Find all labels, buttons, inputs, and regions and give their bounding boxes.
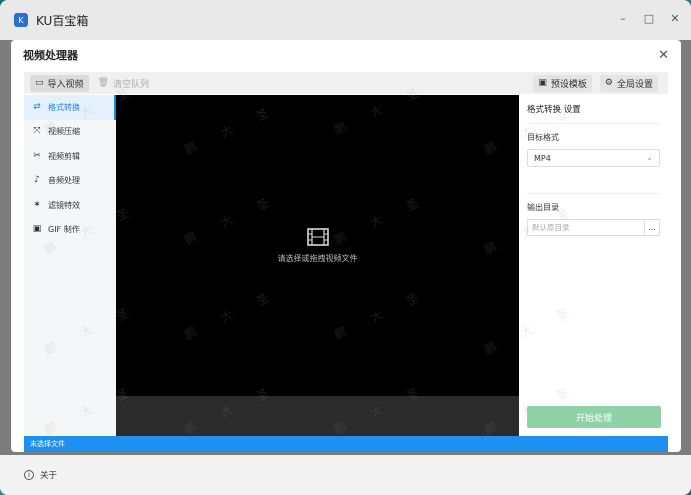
status-bar: 未选择文件 [24,436,668,452]
preset-template-label: 预设模板 [550,79,587,90]
film-icon [306,228,329,246]
compress-icon: ⤧ [33,126,41,137]
magic-wand-icon: ✶ [33,199,41,210]
settings-panel: 格式转换 设置 目标格式 MP4 ⌄ 输出目录 默认原目录 ... 开始处理 [519,95,668,436]
gear-icon: ⚙ [604,77,613,88]
divider [527,193,660,194]
video-processor-dialog: 视频处理器 ✕ ▭ 导入视频 🗑 清空队列 ▣ 预设模板 ⚙ 全局设置 ⇄ 格式… [11,40,681,452]
dialog-close-button[interactable]: ✕ [658,48,669,63]
sidebar-item-label: 滤镜特效 [48,200,80,210]
dialog-header: 视频处理器 ✕ [11,40,681,70]
status-text: 未选择文件 [30,440,65,448]
sidebar-item-video-compress[interactable]: ⤧ 视频压缩 [24,120,116,145]
target-format-value: MP4 [534,153,551,163]
chevron-down-icon: ⌄ [646,153,653,162]
app-titlebar: K KU百宝箱 – □ ✕ [0,0,691,40]
music-note-icon: ♪ [34,175,40,186]
trash-icon: 🗑 [97,77,109,88]
toolbar: ▭ 导入视频 🗑 清空队列 ▣ 预设模板 ⚙ 全局设置 [24,72,668,94]
browse-button[interactable]: ... [644,219,660,236]
output-dir-row: 默认原目录 ... [527,219,660,236]
maximize-button[interactable]: □ [643,12,655,25]
app-logo-icon: K [14,13,28,27]
close-window-button[interactable]: ✕ [669,12,681,25]
app-window: K KU百宝箱 – □ ✕ 视频处理器 ✕ ▭ 导入视频 🗑 清空队列 ▣ 预设… [0,0,691,495]
image-icon: ▣ [32,224,42,235]
sidebar-item-label: 视频压缩 [48,127,80,137]
window-controls: – □ ✕ [617,12,681,25]
sidebar-item-label: 音频处理 [48,176,80,186]
sidebar-item-label: GIF 制作 [48,225,80,235]
sidebar-item-format-convert[interactable]: ⇄ 格式转换 [24,95,116,120]
sidebar-item-label: 格式转换 [48,102,80,112]
clear-queue-button[interactable]: 🗑 清空队列 [93,75,154,92]
sidebar-item-filters[interactable]: ✶ 滤镜特效 [24,193,116,218]
app-title: KU百宝箱 [36,13,89,28]
output-dir-label: 输出目录 [527,203,559,212]
target-format-label: 目标格式 [527,133,559,142]
app-footer: i 关于 [0,455,691,495]
global-settings-button[interactable]: ⚙ 全局设置 [599,74,658,92]
preview-control-strip [116,396,519,436]
clear-queue-label: 清空队列 [112,79,149,90]
toolbar-right-group: ▣ 预设模板 ⚙ 全局设置 [533,74,662,92]
output-dir-input[interactable]: 默认原目录 [527,219,644,236]
start-processing-button[interactable]: 开始处理 [527,406,661,428]
settings-title: 格式转换 设置 [527,103,660,124]
video-preview-area[interactable]: 请选择或拖拽视频文件 [116,95,519,436]
global-settings-label: 全局设置 [616,79,653,90]
sidebar-item-video-edit[interactable]: ✂ 视频剪辑 [24,144,116,169]
save-icon: ▣ [538,77,547,88]
sidebar-item-gif[interactable]: ▣ GIF 制作 [24,218,116,243]
about-link[interactable]: 关于 [40,469,57,481]
preset-template-button[interactable]: ▣ 预设模板 [533,74,592,92]
minimize-button[interactable]: – [617,12,629,25]
folder-icon: ▭ [35,77,44,88]
import-video-button[interactable]: ▭ 导入视频 [30,74,89,92]
target-format-select[interactable]: MP4 ⌄ [527,149,660,167]
function-sidebar: ⇄ 格式转换 ⤧ 视频压缩 ✂ 视频剪辑 ♪ 音频处理 ✶ 滤镜特效 ▣ GIF… [24,95,116,436]
dialog-title: 视频处理器 [23,49,78,62]
import-video-label: 导入视频 [47,79,84,90]
preview-hint: 请选择或拖拽视频文件 [277,254,358,263]
sidebar-item-audio[interactable]: ♪ 音频处理 [24,169,116,194]
info-icon: i [24,470,34,480]
swap-icon: ⇄ [33,101,41,112]
sidebar-item-label: 视频剪辑 [48,151,80,161]
scissors-icon: ✂ [33,150,41,161]
preview-placeholder: 请选择或拖拽视频文件 [116,228,519,264]
